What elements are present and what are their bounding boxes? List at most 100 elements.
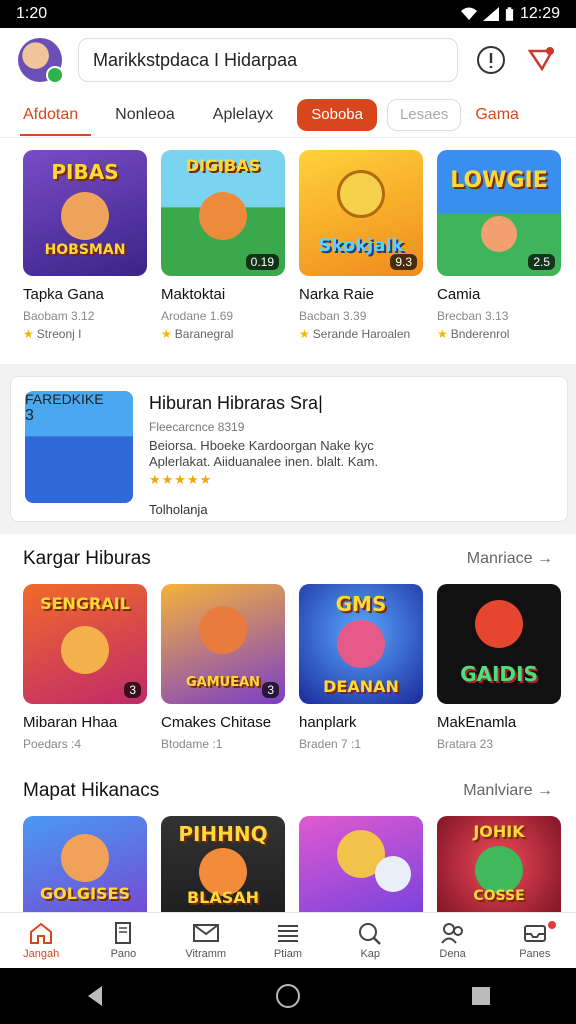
signal-icon xyxy=(482,7,499,21)
game-title: Camia xyxy=(437,286,481,303)
game-thumbnail: GAMUEAN 3 xyxy=(161,584,285,704)
game-meta-text: Baranegral xyxy=(174,327,234,341)
mail-icon xyxy=(192,924,219,942)
game-thumbnail: SENGRAIL 3 xyxy=(23,584,147,704)
bottom-nav: Jangah Pano Vitramm Ptiam Kap Dena Panes xyxy=(0,912,576,968)
category-tabs: Afdotan Nonleoa Aplelayx Soboba Lesaes G… xyxy=(0,92,576,138)
status-time: 1:20 xyxy=(16,5,48,22)
character-art xyxy=(375,856,411,892)
game-tile[interactable]: GOLGISES xyxy=(23,816,147,912)
game-tile[interactable]: JOHIK COSSE xyxy=(437,816,561,912)
thumbnail-caption: DIGIBAS xyxy=(185,156,261,175)
home-circle-icon[interactable] xyxy=(275,983,301,1009)
thumbnail-caption: FAREDKIKE xyxy=(25,391,104,407)
see-more-label: Manriace xyxy=(466,550,533,567)
nav-item-dena[interactable]: Dena xyxy=(411,913,493,968)
status-clock: 12:29 xyxy=(519,5,560,22)
nav-item-kap[interactable]: Kap xyxy=(329,913,411,968)
game-title: Maktoktai xyxy=(161,286,226,303)
thumbnail-caption: DEANAN xyxy=(323,677,399,696)
game-tile[interactable]: DIGIBAS 0.19 Maktoktai Arodane 1.69 ★ Bar… xyxy=(161,150,285,341)
game-tile[interactable]: LOWGIE 2.5 Camia Brecban 3.13 ★ Bnderenro… xyxy=(437,150,561,341)
back-icon[interactable] xyxy=(84,984,106,1008)
rating-badge: 0.19 xyxy=(245,254,279,270)
system-nav-bar xyxy=(0,968,576,1024)
game-meta-text: Bnderenrol xyxy=(450,327,510,341)
game-meta-text: Serande Haroalen xyxy=(312,327,411,341)
section-title: Mapat Hikanacs xyxy=(23,780,160,801)
thumbnail-caption: SENGRAIL xyxy=(40,594,130,613)
featured-more-link[interactable]: Tolholanja xyxy=(149,502,429,517)
thumbnail-caption: GOLGISES xyxy=(40,884,130,903)
game-thumbnail: Skokjalk 9.3 xyxy=(299,150,423,276)
nav-item-panes[interactable]: Panes xyxy=(494,913,576,968)
game-meta: ★ Serande Haroalen xyxy=(299,327,423,341)
game-thumbnail: GAIDIS xyxy=(437,584,561,704)
nav-label: Pano xyxy=(110,948,137,960)
info-button[interactable] xyxy=(474,43,508,77)
character-art xyxy=(481,216,517,252)
see-more-link[interactable]: Manriace → xyxy=(467,550,553,568)
game-tile[interactable]: PIBAS HOBSMAN Tapka Gana Baobam 3.12 ★ St… xyxy=(23,150,147,341)
game-thumbnail: PIHHNQ BLASAH xyxy=(161,816,285,912)
tab-soboba[interactable]: Soboba xyxy=(297,98,377,131)
nav-item-ptiam[interactable]: Ptiam xyxy=(247,913,329,968)
game-title: MakEnamla xyxy=(437,714,517,731)
nav-item-jangah[interactable]: Jangah xyxy=(0,913,82,968)
top-games-row: PIBAS HOBSMAN Tapka Gana Baobam 3.12 ★ St… xyxy=(0,150,576,341)
avatar[interactable] xyxy=(18,38,64,84)
list-icon xyxy=(277,925,298,942)
section-row: GOLGISES PIHHNQ BLASAH JOHIK COSSE xyxy=(0,816,576,912)
nav-label: Kap xyxy=(360,948,381,960)
search-input-value: Marikkstpdaca I Hidarpaa xyxy=(93,49,298,70)
game-thumbnail: GMS DEANAN xyxy=(299,584,423,704)
rating-badge: 9.3 xyxy=(390,254,417,270)
game-subtitle: Brecban 3.13 xyxy=(437,309,509,323)
nav-item-vitramm[interactable]: Vitramm xyxy=(165,913,247,968)
game-tile[interactable]: PIHHNQ BLASAH xyxy=(161,816,285,912)
status-icons: 12:29 xyxy=(460,5,560,23)
tab-gama[interactable]: Gama xyxy=(461,92,533,138)
battery-icon xyxy=(505,6,514,21)
game-tile[interactable]: GMS DEANAN hanplark Braden 7 :1 xyxy=(299,584,423,751)
recents-icon[interactable] xyxy=(470,985,492,1007)
see-more-link[interactable]: Manlviare → xyxy=(463,782,553,800)
game-thumbnail: DIGIBAS 0.19 xyxy=(161,150,285,276)
tab-afdotan[interactable]: Afdotan xyxy=(10,92,92,138)
game-tile[interactable] xyxy=(299,816,423,912)
character-art xyxy=(475,846,523,894)
home-icon xyxy=(30,922,53,944)
game-subtitle: Braden 7 :1 xyxy=(299,737,362,751)
game-title: Narka Raie xyxy=(299,286,375,303)
game-tile[interactable]: GAMUEAN 3 Cmakes Chitase Btodame :1 xyxy=(161,584,285,751)
thumbnail-caption: BLASAH xyxy=(186,888,260,907)
game-tile[interactable]: SENGRAIL 3 Mibaran Hhaa Poedars :4 xyxy=(23,584,147,751)
tab-nonleoa[interactable]: Nonleoa xyxy=(91,92,199,138)
thumbnail-caption: GAIDIS xyxy=(460,662,538,686)
character-art xyxy=(337,170,385,218)
filter-button[interactable] xyxy=(524,43,558,77)
see-more-label: Manlviare xyxy=(463,782,533,799)
thumbnail-caption: GMS xyxy=(335,592,387,616)
info-icon xyxy=(477,46,505,74)
tab-aplelayx[interactable]: Aplelayx xyxy=(199,92,287,138)
featured-card[interactable]: FAREDKIKE 3 Hiburan Hibraras Sra| Fleeca… xyxy=(10,376,568,522)
notification-dot xyxy=(547,921,556,929)
filter-icon xyxy=(527,47,555,72)
game-tile[interactable]: GAIDIS MakEnamla Bratara 23 xyxy=(437,584,561,751)
character-art xyxy=(61,834,109,882)
document-icon xyxy=(115,922,132,944)
section-title: Kargar Hiburas xyxy=(23,548,151,569)
game-thumbnail: PIBAS HOBSMAN xyxy=(23,150,147,276)
nav-item-pano[interactable]: Pano xyxy=(82,913,164,968)
game-thumbnail: GOLGISES xyxy=(23,816,147,912)
featured-title: Hiburan Hibraras Sra| xyxy=(149,393,323,413)
app-bar: Marikkstpdaca I Hidarpaa xyxy=(0,28,576,92)
tab-lesaes[interactable]: Lesaes xyxy=(386,98,462,131)
featured-subtitle: Fleecarcnce 8319 xyxy=(149,420,245,434)
game-tile[interactable]: Skokjalk 9.3 Narka Raie Bacban 3.39 ★ Ser… xyxy=(299,150,423,341)
thumbnail-caption: LOWGIE xyxy=(450,168,548,193)
character-art xyxy=(199,606,247,654)
search-input[interactable]: Marikkstpdaca I Hidarpaa xyxy=(78,38,458,82)
thumbnail-caption: PIBAS xyxy=(51,160,119,184)
